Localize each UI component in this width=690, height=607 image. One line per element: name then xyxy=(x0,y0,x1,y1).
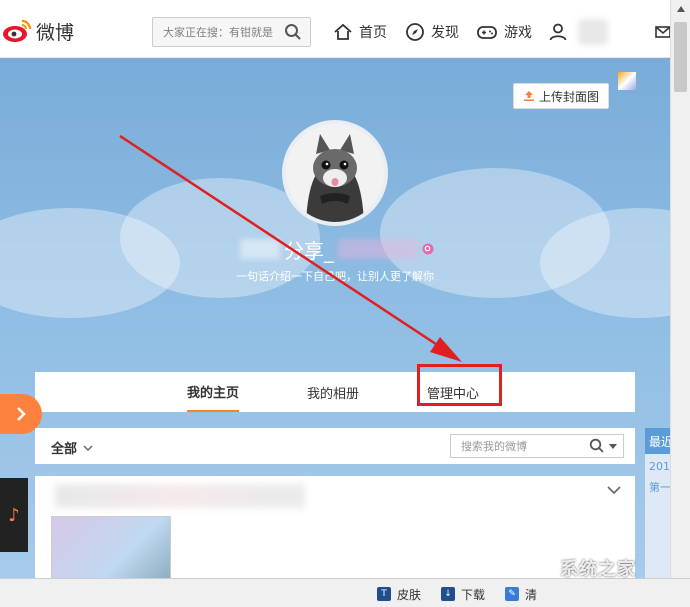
timeline-header[interactable]: 最近 xyxy=(645,428,670,454)
edit-name-icon[interactable] xyxy=(422,243,434,255)
timeline-panel: 最近 2016 第一 xyxy=(645,428,670,578)
profile-tabs: 我的主页 我的相册 管理中心 xyxy=(35,372,635,412)
skin-button[interactable]: T 皮肤 xyxy=(377,584,421,604)
nav-game[interactable]: 游戏 xyxy=(476,20,532,44)
download-icon: ↓ xyxy=(441,587,455,601)
cat-avatar-image xyxy=(286,124,384,222)
search-icon[interactable] xyxy=(284,23,302,41)
chevron-down-icon xyxy=(83,444,93,451)
username-redacted xyxy=(240,239,280,259)
gamepad-icon xyxy=(477,26,497,39)
top-bar: 微博 大家正在搜：有钳就是 首页 发现 游戏 xyxy=(0,0,671,58)
scroll-up-arrow-icon[interactable] xyxy=(671,0,690,18)
skin-label: 皮肤 xyxy=(397,587,422,602)
nav-home[interactable]: 首页 xyxy=(333,20,387,44)
home-icon xyxy=(334,23,352,40)
user-name-redacted xyxy=(578,19,608,45)
profile-bio[interactable]: 一句话介绍一下自己吧，让别人更了解你 xyxy=(0,268,670,284)
weibo-logo-icon xyxy=(3,19,32,42)
scroll-thumb[interactable] xyxy=(674,22,687,92)
logo-text: 微博 xyxy=(36,21,75,44)
clear-label: 清 xyxy=(525,587,538,602)
feed-card-header-redacted xyxy=(55,484,305,508)
music-player-button[interactable]: ♪ xyxy=(0,478,28,552)
nav-discover-label: 发现 xyxy=(431,25,459,41)
my-weibo-search-input[interactable]: 搜索我的微博 xyxy=(450,434,624,458)
timeline-year[interactable]: 2016 xyxy=(645,454,670,473)
vertical-scrollbar[interactable] xyxy=(670,0,690,578)
caret-down-icon[interactable] xyxy=(609,443,617,449)
feed-filter-bar: 全部 搜索我的微博 xyxy=(35,428,635,464)
profile-username[interactable]: 分享_ xyxy=(220,234,450,264)
feed-card xyxy=(35,476,635,586)
chevron-right-icon xyxy=(17,407,26,421)
nav-home-label: 首页 xyxy=(359,25,387,41)
broom-icon: ✎ xyxy=(505,587,519,601)
chevron-down-icon[interactable] xyxy=(607,486,621,494)
upload-cover-button[interactable]: 上传封面图 xyxy=(513,83,609,109)
search-placeholder: 大家正在搜：有钳就是 xyxy=(163,26,273,39)
music-note-icon: ♪ xyxy=(8,504,20,526)
weibo-logo[interactable]: 微博 xyxy=(2,16,74,46)
tab-my-home[interactable]: 我的主页 xyxy=(187,372,240,412)
mail-icon[interactable] xyxy=(655,24,671,40)
download-label: 下载 xyxy=(461,587,486,602)
tab-my-album[interactable]: 我的相册 xyxy=(307,372,359,412)
upload-icon xyxy=(523,91,534,101)
timeline-sub[interactable]: 第一 xyxy=(645,473,670,495)
compass-icon xyxy=(406,23,424,41)
nav-game-label: 游戏 xyxy=(504,25,532,41)
clear-button[interactable]: ✎ 清 xyxy=(505,584,537,604)
nav-user[interactable] xyxy=(548,19,608,45)
username-text: 分享_ xyxy=(284,238,334,263)
red-highlight-box xyxy=(417,364,502,406)
filter-all-label: 全部 xyxy=(51,442,78,457)
shirt-icon: T xyxy=(377,587,391,601)
nav-discover[interactable]: 发现 xyxy=(405,20,459,44)
filter-all-dropdown[interactable]: 全部 xyxy=(51,438,93,457)
download-button[interactable]: ↓ 下载 xyxy=(441,584,485,604)
feed-card-image[interactable] xyxy=(51,516,171,586)
browser-bottom-toolbar: T 皮肤 ↓ 下载 ✎ 清 xyxy=(0,578,690,607)
my-weibo-search-placeholder: 搜索我的微博 xyxy=(461,440,527,453)
upload-cover-label: 上传封面图 xyxy=(538,89,599,104)
cover-template-icon[interactable] xyxy=(618,72,636,90)
global-search-input[interactable]: 大家正在搜：有钳就是 xyxy=(152,17,311,47)
search-icon[interactable] xyxy=(589,438,605,454)
username-redacted xyxy=(338,239,418,259)
watermark: 系统之家 xyxy=(560,559,636,580)
user-icon xyxy=(549,23,567,41)
avatar[interactable] xyxy=(282,120,388,226)
